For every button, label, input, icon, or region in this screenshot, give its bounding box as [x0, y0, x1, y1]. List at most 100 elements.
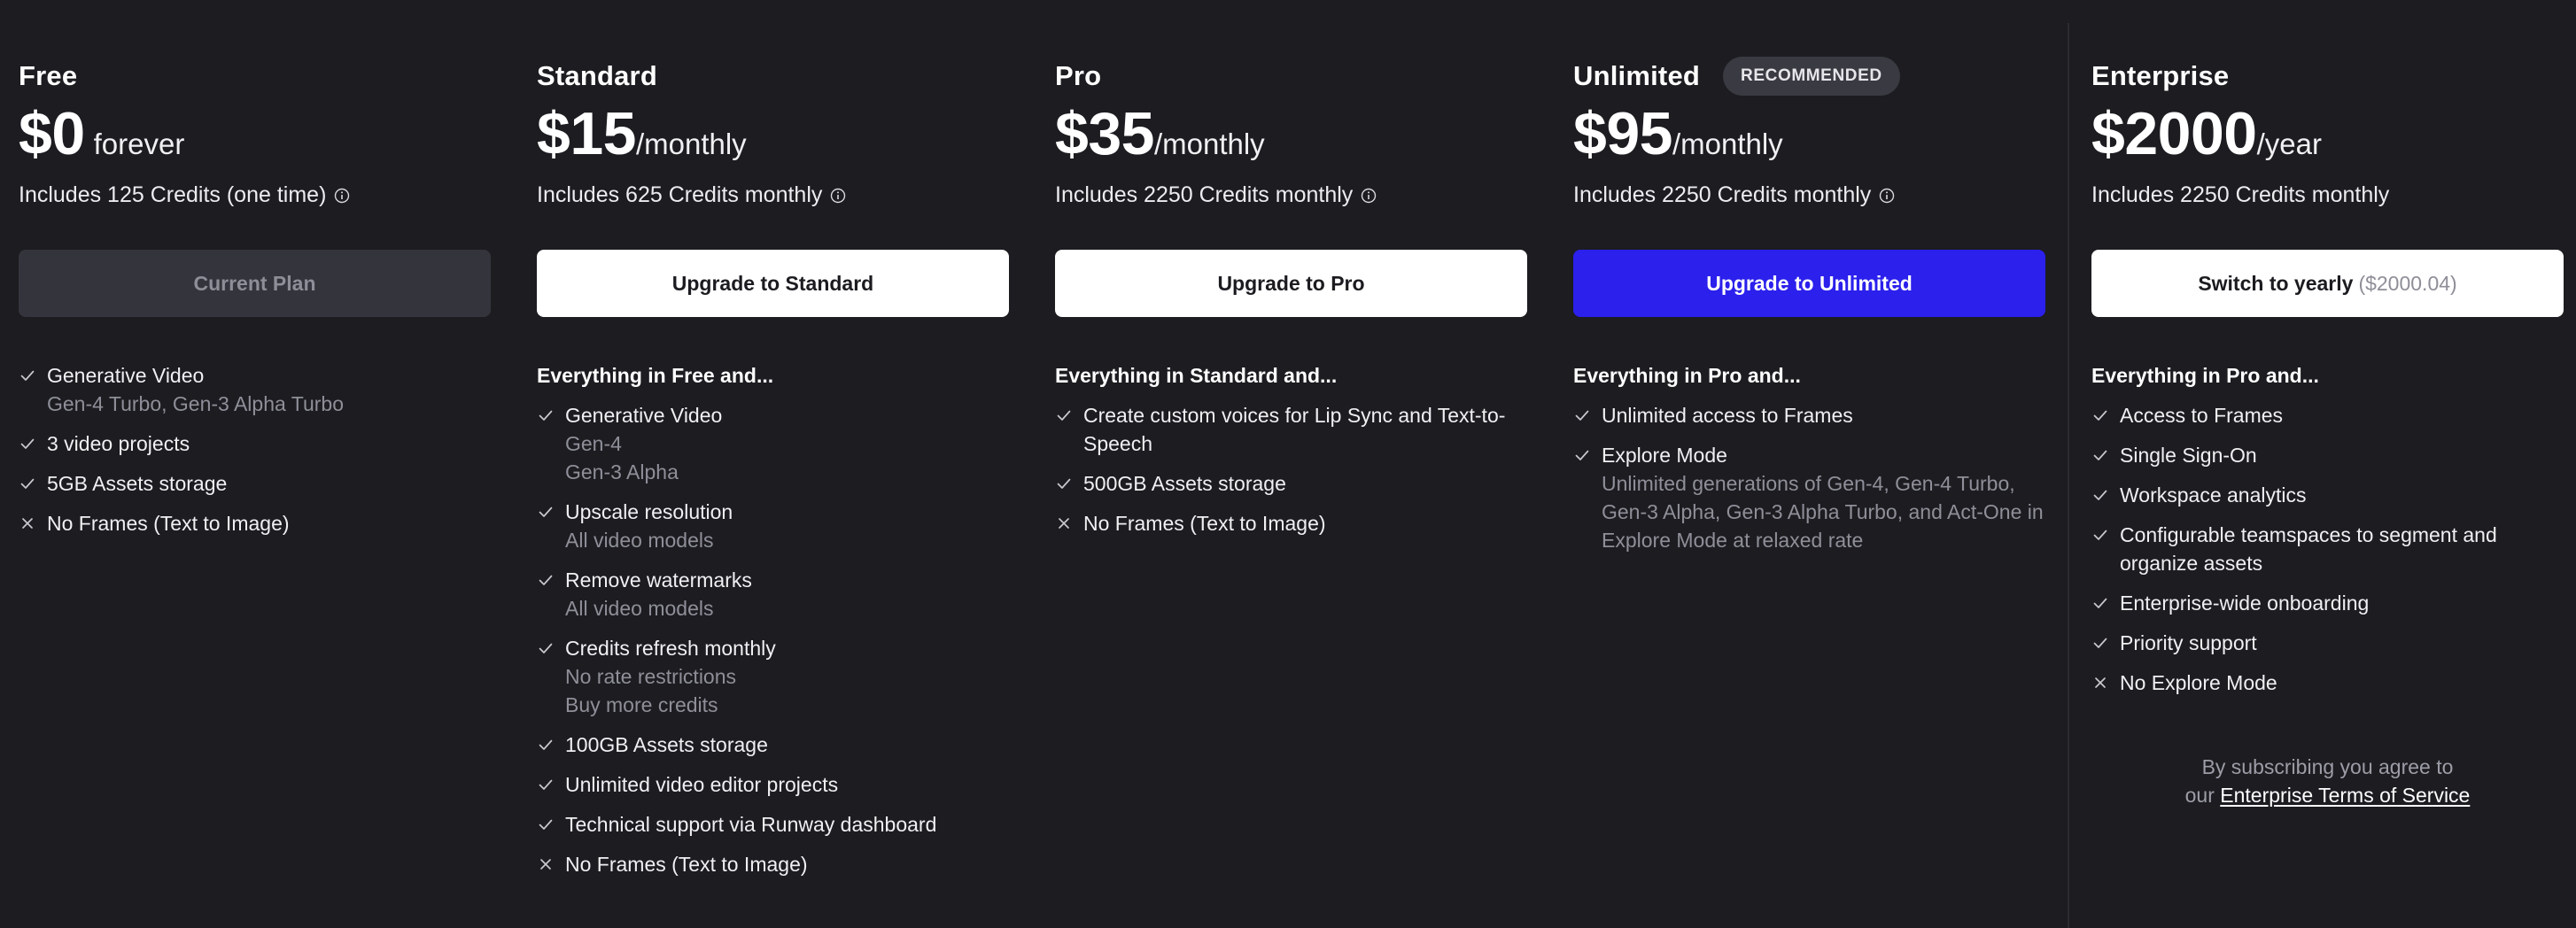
feature-title: No Frames (Text to Image)	[47, 512, 290, 535]
plan-header: Unlimited RECOMMENDED	[1573, 57, 1900, 96]
upgrade-standard-button[interactable]: Upgrade to Standard	[537, 250, 1009, 317]
terms-prefix: our	[2184, 784, 2215, 807]
info-circle-icon[interactable]	[334, 188, 350, 204]
x-icon	[2091, 674, 2109, 692]
feature-list: Everything in Free and... Generative Vide…	[537, 361, 1012, 890]
feature-title: Technical support via Runway dashboard	[565, 813, 937, 836]
price-row: $2000 /year	[2091, 99, 2322, 168]
feature-title: Credits refresh monthly	[565, 637, 776, 660]
info-circle-icon[interactable]	[1361, 188, 1377, 204]
plan-price: $2000	[2091, 100, 2257, 167]
plan-period: /year	[2256, 128, 2322, 160]
check-icon	[2091, 594, 2109, 612]
check-icon	[1573, 406, 1591, 424]
feature-item: Upscale resolution All video models	[537, 498, 1012, 554]
check-icon	[19, 367, 36, 384]
feature-item: Access to Frames	[2091, 401, 2566, 429]
x-icon	[1055, 514, 1073, 532]
feature-title: Generative Video	[47, 364, 205, 387]
check-icon	[537, 776, 555, 793]
feature-detail: All video models	[565, 597, 714, 620]
feature-title: Generative Video	[565, 404, 723, 427]
x-icon	[19, 514, 36, 532]
button-label: Upgrade to Unlimited	[1706, 271, 1913, 295]
feature-item: Single Sign-On	[2091, 441, 2566, 469]
info-circle-icon[interactable]	[1879, 188, 1895, 204]
button-label: Switch to yearly	[2198, 271, 2354, 295]
plan-period: /monthly	[635, 128, 747, 160]
feature-title: No Frames (Text to Image)	[565, 853, 808, 876]
info-circle-icon[interactable]	[830, 188, 846, 204]
credits-text: Includes 2250 Credits monthly	[2091, 182, 2390, 207]
credits-info: Includes 625 Credits monthly	[537, 182, 846, 208]
feature-item: 5GB Assets storage	[19, 469, 493, 498]
plan-name: Standard	[537, 60, 657, 91]
plan-name: Unlimited	[1573, 60, 1701, 91]
plan-price: $15	[537, 100, 636, 167]
feature-item: No Frames (Text to Image)	[19, 509, 493, 537]
feature-title: Create custom voices for Lip Sync and Te…	[1083, 404, 1506, 455]
credits-text: Includes 125 Credits (one time)	[19, 182, 327, 207]
feature-list: Generative Video Gen-4 Turbo, Gen-3 Alpha…	[19, 361, 493, 549]
check-icon	[2091, 406, 2109, 424]
feature-detail: All video models	[565, 529, 714, 552]
button-label: Upgrade to Standard	[671, 271, 874, 295]
feature-item: Workspace analytics	[2091, 481, 2566, 509]
feature-title: 500GB Assets storage	[1083, 472, 1286, 495]
enterprise-terms-link[interactable]: Enterprise Terms of Service	[2220, 784, 2470, 807]
features-intro: Everything in Standard and...	[1055, 364, 1338, 387]
plan-standard: Standard $15 /monthly Includes 625 Credi…	[537, 0, 1012, 928]
feature-item: 3 video projects	[19, 429, 493, 458]
check-icon	[537, 571, 555, 589]
terms-text: By subscribing you agree to	[2201, 755, 2454, 778]
feature-detail: Buy more credits	[565, 693, 718, 716]
plan-price: $35	[1055, 100, 1154, 167]
credits-info: Includes 2250 Credits monthly	[1573, 182, 1895, 208]
feature-title: Access to Frames	[2120, 404, 2284, 427]
feature-item: Credits refresh monthly No rate restricti…	[537, 634, 1012, 719]
check-icon	[537, 406, 555, 424]
x-icon	[537, 855, 555, 873]
credits-info: Includes 2250 Credits monthly	[1055, 182, 1377, 208]
button-label: Upgrade to Pro	[1217, 271, 1365, 295]
check-icon	[537, 816, 555, 833]
price-row: $15 /monthly	[537, 99, 747, 168]
plan-header: Enterprise	[2091, 57, 2229, 96]
plan-period: forever	[93, 128, 185, 160]
credits-text: Includes 2250 Credits monthly	[1055, 182, 1354, 207]
feature-title: 100GB Assets storage	[565, 733, 768, 756]
feature-item: Unlimited access to Frames	[1573, 401, 2048, 429]
upgrade-pro-button[interactable]: Upgrade to Pro	[1055, 250, 1527, 317]
feature-item: No Explore Mode	[2091, 669, 2566, 697]
feature-title: Explore Mode	[1602, 444, 1727, 467]
check-icon	[2091, 486, 2109, 504]
feature-detail: Gen-4 Turbo, Gen-3 Alpha Turbo	[47, 392, 344, 415]
check-icon	[537, 736, 555, 754]
feature-title: Single Sign-On	[2120, 444, 2257, 467]
feature-title: 3 video projects	[47, 432, 190, 455]
feature-title: Unlimited access to Frames	[1602, 404, 1853, 427]
feature-item: Technical support via Runway dashboard	[537, 810, 1012, 839]
plan-pro: Pro $35 /monthly Includes 2250 Credits m…	[1055, 0, 1530, 928]
feature-title: Unlimited video editor projects	[565, 773, 839, 796]
switch-to-yearly-button[interactable]: Switch to yearly ($2000.04)	[2091, 250, 2564, 317]
feature-item: No Frames (Text to Image)	[1055, 509, 1530, 537]
check-icon	[1055, 475, 1073, 492]
feature-item: Generative Video Gen-4 Turbo, Gen-3 Alpha…	[19, 361, 493, 418]
feature-detail: Gen-3 Alpha	[565, 460, 679, 483]
features-intro: Everything in Pro and...	[2091, 364, 2319, 387]
upgrade-unlimited-button[interactable]: Upgrade to Unlimited	[1573, 250, 2045, 317]
feature-title: No Explore Mode	[2120, 671, 2277, 694]
button-label: Current Plan	[193, 271, 316, 295]
features-intro: Everything in Free and...	[537, 364, 774, 387]
feature-list: Everything in Pro and... Unlimited access…	[1573, 361, 2048, 566]
feature-item: No Frames (Text to Image)	[537, 850, 1012, 878]
features-intro: Everything in Pro and...	[1573, 364, 1801, 387]
credits-text: Includes 2250 Credits monthly	[1573, 182, 1872, 207]
feature-detail: Unlimited generations of Gen-4, Gen-4 Tu…	[1602, 472, 2044, 552]
plan-enterprise: Enterprise $2000 /year Includes 2250 Cre…	[2091, 0, 2564, 928]
current-plan-button[interactable]: Current Plan	[19, 250, 491, 317]
feature-item: Configurable teamspaces to segment and o…	[2091, 521, 2566, 577]
feature-title: Configurable teamspaces to segment and o…	[2120, 523, 2497, 575]
credits-info: Includes 125 Credits (one time)	[19, 182, 350, 208]
